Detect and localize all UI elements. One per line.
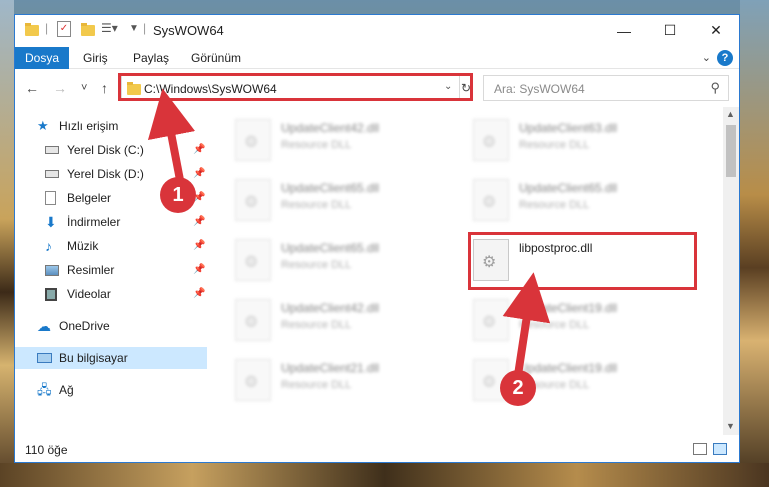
- step-badge-2: 2: [500, 370, 536, 406]
- arrow-1: [147, 88, 196, 181]
- arrow-2: [502, 272, 551, 376]
- annotation-arrows: [147, 88, 551, 376]
- step-badge-1: 1: [160, 177, 196, 213]
